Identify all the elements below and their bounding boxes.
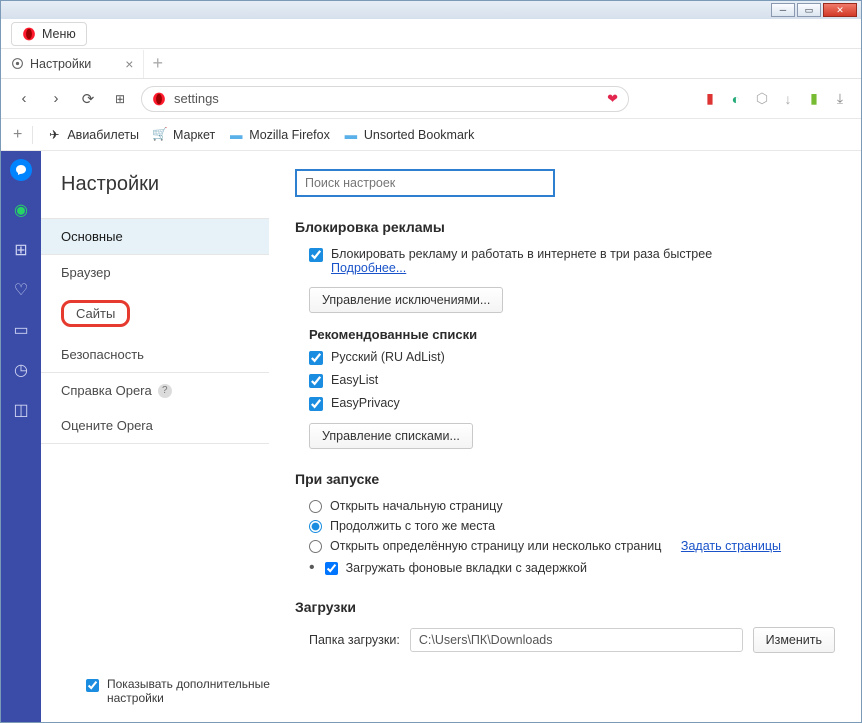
bookmark-label: Маркет (173, 128, 215, 142)
startup-specific-label: Открыть определённую страницу или нескол… (330, 539, 661, 553)
tab-strip: Настройки × + (1, 49, 861, 79)
tab-settings[interactable]: Настройки × (1, 50, 144, 78)
shield-icon[interactable]: ⬡ (753, 90, 771, 108)
help-icon: ? (158, 384, 172, 398)
change-folder-button[interactable]: Изменить (753, 627, 835, 653)
bookmarks-bar: + ✈ Авиабилеты 🛒 Маркет ▬ Mozilla Firefo… (1, 119, 861, 151)
news-icon[interactable]: ▭ (10, 319, 32, 341)
bookmark-unsorted[interactable]: ▬ Unsorted Bookmark (344, 128, 474, 142)
startup-home-radio[interactable] (309, 500, 322, 513)
nav-basic[interactable]: Основные (41, 219, 269, 254)
whatsapp-icon[interactable]: ◉ (10, 199, 32, 221)
new-tab-button[interactable]: + (152, 53, 163, 74)
toolbar-extensions: ▮ ◐ ⬡ ↓ ▮ ⤓ (701, 90, 849, 108)
history-icon[interactable]: ◷ (10, 359, 32, 381)
nav-back-button[interactable]: ‹ (13, 88, 35, 110)
menu-label: Меню (42, 27, 76, 41)
nav-sites-label: Сайты (61, 300, 130, 327)
download-folder-label: Папка загрузки: (309, 633, 400, 647)
list-easylist-checkbox[interactable] (309, 374, 323, 388)
left-sidebar: ◉ ⊞ ♡ ▭ ◷ ◫ (1, 151, 41, 722)
bookmark-label: Авиабилеты (67, 128, 139, 142)
plane-icon: ✈ (47, 128, 61, 142)
show-advanced-checkbox[interactable] (86, 679, 99, 692)
nav-forward-button[interactable]: › (45, 88, 67, 110)
adblock-enable-checkbox[interactable] (309, 248, 323, 262)
nav-security[interactable]: Безопасность (41, 337, 269, 372)
extensions-sidebar-icon[interactable]: ◫ (10, 399, 32, 421)
list-ru-checkbox[interactable] (309, 351, 323, 365)
extension-icon-2[interactable]: ◐ (727, 90, 745, 108)
nav-reload-button[interactable]: ⟳ (77, 88, 99, 110)
opera-icon (152, 92, 166, 106)
show-advanced-row: Показывать дополнительные настройки (86, 677, 296, 705)
startup-home-label: Открыть начальную страницу (330, 499, 503, 513)
bookmark-heart-icon[interactable]: ❤ (607, 91, 618, 107)
gear-icon (11, 57, 24, 70)
tab-close-button[interactable]: × (125, 56, 133, 72)
delay-bg-label: Загружать фоновые вкладки с задержкой (346, 561, 587, 575)
bookmark-label: Unsorted Bookmark (364, 128, 474, 142)
show-advanced-label: Показывать дополнительные настройки (107, 677, 296, 705)
list-easylist-label: EasyList (331, 373, 378, 387)
manage-exceptions-button[interactable]: Управление исключениями... (309, 287, 503, 313)
cart-icon: 🛒 (153, 128, 167, 142)
section-adblock: Блокировка рекламы Блокировать рекламу и… (295, 219, 835, 449)
nav-help-label: Справка Opera (61, 383, 152, 398)
adblock-enable-label: Блокировать рекламу и работать в интерне… (331, 247, 712, 261)
window-maximize-button[interactable]: ▭ (797, 3, 821, 17)
heart-sidebar-icon[interactable]: ♡ (10, 279, 32, 301)
settings-body: Блокировка рекламы Блокировать рекламу и… (269, 151, 861, 722)
downloads-icon[interactable]: ⤓ (831, 90, 849, 108)
adblock-header: Блокировка рекламы (295, 219, 835, 235)
downloads-header: Загрузки (295, 599, 835, 615)
bookmark-mozilla[interactable]: ▬ Mozilla Firefox (229, 128, 330, 142)
window-minimize-button[interactable]: ─ (771, 3, 795, 17)
download-arrow-icon[interactable]: ↓ (779, 90, 797, 108)
nav-sites[interactable]: Сайты (41, 290, 269, 337)
set-pages-link[interactable]: Задать страницы (681, 539, 781, 553)
startup-specific-radio[interactable] (309, 540, 322, 553)
window-close-button[interactable]: ✕ (823, 3, 857, 17)
tab-label: Настройки (30, 57, 91, 71)
startup-continue-radio[interactable] (309, 520, 322, 533)
opera-menu-button[interactable]: Меню (11, 22, 87, 46)
add-bookmark-button[interactable]: + (13, 126, 33, 144)
folder-icon: ▬ (344, 128, 358, 142)
extension-icon-1[interactable]: ▮ (701, 90, 719, 108)
adblock-more-link[interactable]: Подробнее... (331, 261, 406, 275)
delay-bg-checkbox[interactable] (325, 562, 338, 575)
bookmark-label: Mozilla Firefox (249, 128, 330, 142)
opera-icon (22, 27, 36, 41)
list-easyprivacy-checkbox[interactable] (309, 397, 323, 411)
nav-rate[interactable]: Оцените Opera (41, 408, 269, 443)
startup-continue-label: Продолжить с того же места (330, 519, 495, 533)
folder-icon: ▬ (229, 128, 243, 142)
section-startup: При запуске Открыть начальную страницу П… (295, 471, 835, 577)
address-bar: ‹ › ⟳ ⊞ settings ❤ ▮ ◐ ⬡ ↓ ▮ ⤓ (1, 79, 861, 119)
menu-bar: Меню (1, 19, 861, 49)
nav-help[interactable]: Справка Opera ? (41, 373, 269, 408)
bullet-icon: • (309, 559, 315, 577)
recommended-lists-header: Рекомендованные списки (309, 327, 835, 342)
list-easyprivacy-label: EasyPrivacy (331, 396, 400, 410)
settings-nav: Настройки Основные Браузер Сайты Безопас… (41, 151, 269, 722)
url-field[interactable]: settings ❤ (141, 86, 629, 112)
nav-browser[interactable]: Браузер (41, 255, 269, 290)
speed-dial-icon[interactable]: ⊞ (10, 239, 32, 261)
bookmark-aviabilety[interactable]: ✈ Авиабилеты (47, 128, 139, 142)
window-titlebar: ─ ▭ ✕ (1, 1, 861, 19)
list-ru-label: Русский (RU AdList) (331, 350, 445, 364)
manage-lists-button[interactable]: Управление списками... (309, 423, 473, 449)
messenger-icon[interactable] (10, 159, 32, 181)
url-text: settings (174, 91, 599, 106)
extension-icon-3[interactable]: ▮ (805, 90, 823, 108)
download-path-field[interactable]: C:\Users\ПК\Downloads (410, 628, 743, 652)
bookmark-market[interactable]: 🛒 Маркет (153, 128, 215, 142)
settings-search-input[interactable] (295, 169, 555, 197)
startup-header: При запуске (295, 471, 835, 487)
speed-dial-button[interactable]: ⊞ (109, 88, 131, 110)
settings-title: Настройки (41, 161, 269, 218)
section-downloads: Загрузки Папка загрузки: C:\Users\ПК\Dow… (295, 599, 835, 653)
